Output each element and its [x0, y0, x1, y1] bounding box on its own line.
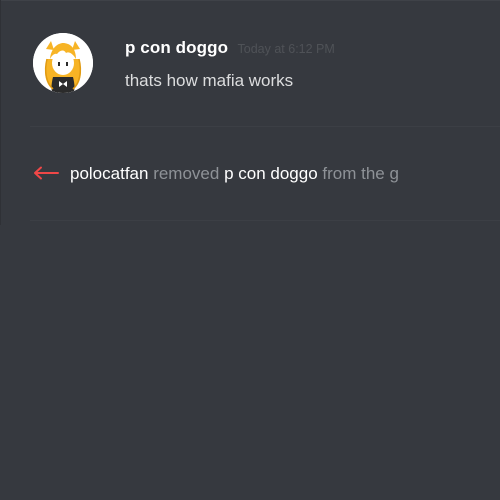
message-divider — [30, 126, 500, 127]
message-content: thats how mafia works — [125, 71, 294, 90]
anime-girl-avatar-icon — [33, 33, 93, 93]
timestamp: Today at 6:12 PM — [237, 42, 335, 56]
target-username[interactable]: p con doggo — [224, 164, 318, 183]
chat-view: p con doggo Today at 6:12 PM thats how m… — [0, 0, 500, 500]
system-message-text: polocatfan removed p con doggo from the … — [70, 164, 399, 184]
system-verb: removed — [153, 164, 220, 183]
system-tail-text: from the g — [322, 164, 399, 183]
message-divider — [30, 220, 500, 221]
message-header: p con doggo Today at 6:12 PM — [125, 38, 335, 58]
user-avatar[interactable] — [33, 33, 93, 93]
system-message: polocatfan removed p con doggo from the … — [0, 150, 500, 200]
actor-username[interactable]: polocatfan — [70, 164, 148, 183]
left-arrow-removed-icon — [34, 166, 59, 180]
username[interactable]: p con doggo — [125, 38, 228, 57]
chat-message: p con doggo Today at 6:12 PM thats how m… — [0, 0, 500, 126]
